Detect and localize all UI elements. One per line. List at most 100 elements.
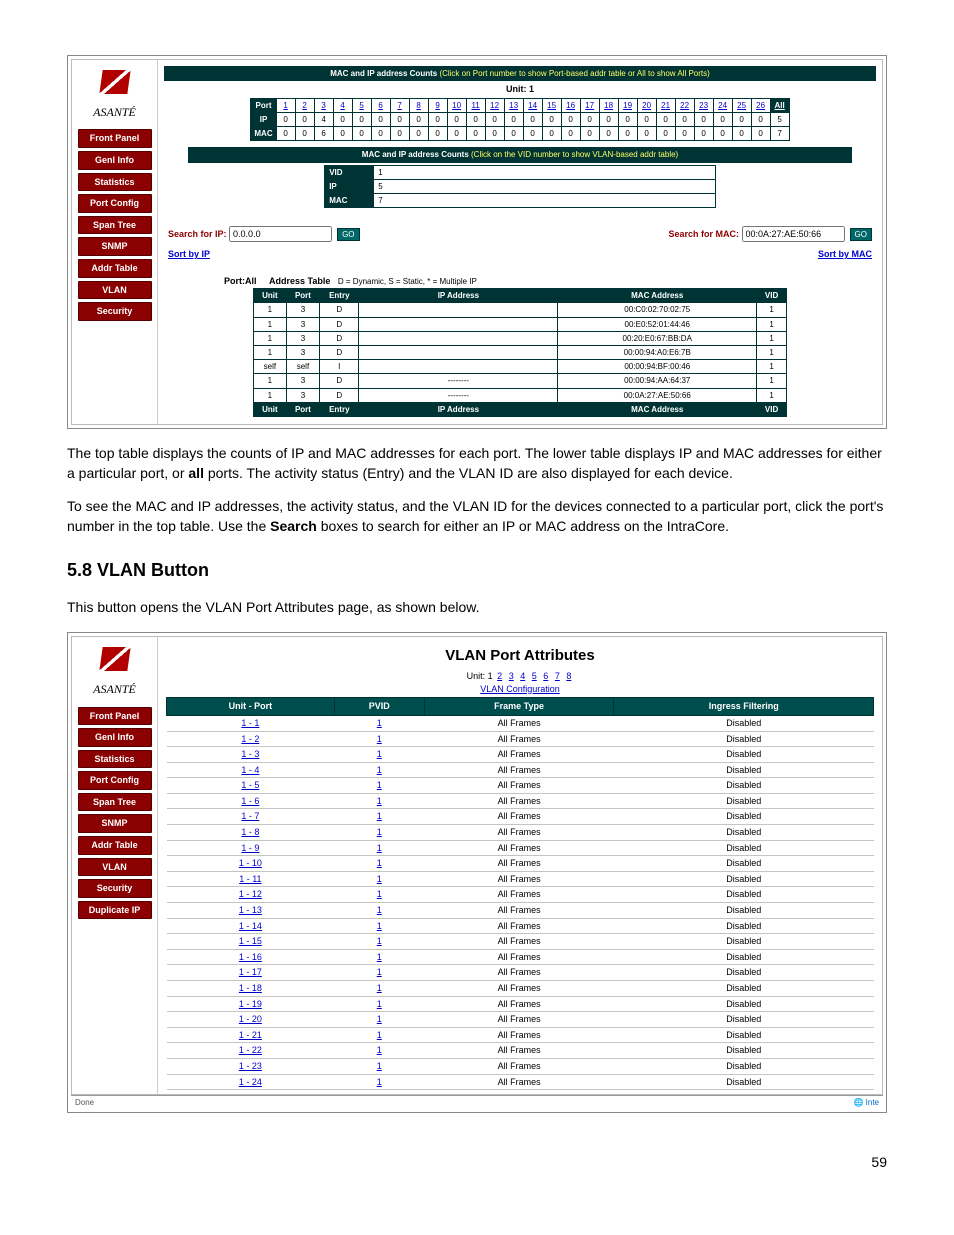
nav-genl-info[interactable]: Genl Info (78, 151, 152, 170)
pvid-link[interactable]: 1 (377, 858, 382, 868)
port-link[interactable]: 7 (390, 98, 409, 112)
unit-port-link[interactable]: 1 - 14 (239, 921, 262, 931)
port-link[interactable]: 3 (314, 98, 333, 112)
unit-port-link[interactable]: 1 - 15 (239, 936, 262, 946)
unit-port-link[interactable]: 1 - 23 (239, 1061, 262, 1071)
pvid-link[interactable]: 1 (377, 952, 382, 962)
unit-port-link[interactable]: 1 - 7 (241, 811, 259, 821)
search-ip-go-button[interactable]: GO (337, 228, 359, 241)
port-link[interactable]: 13 (504, 98, 523, 112)
port-link[interactable]: 24 (713, 98, 732, 112)
port-link[interactable]: 15 (542, 98, 561, 112)
unit-link[interactable]: 5 (532, 671, 537, 681)
nav-span-tree[interactable]: Span Tree (78, 216, 152, 235)
pvid-link[interactable]: 1 (377, 765, 382, 775)
pvid-link[interactable]: 1 (377, 967, 382, 977)
unit-port-link[interactable]: 1 - 9 (241, 843, 259, 853)
unit-link[interactable]: 3 (509, 671, 514, 681)
pvid-link[interactable]: 1 (377, 718, 382, 728)
unit-port-link[interactable]: 1 - 24 (239, 1077, 262, 1087)
port-link[interactable]: 16 (561, 98, 580, 112)
nav2-port-config[interactable]: Port Config (78, 771, 152, 790)
pvid-link[interactable]: 1 (377, 983, 382, 993)
pvid-link[interactable]: 1 (377, 749, 382, 759)
port-link[interactable]: 14 (523, 98, 542, 112)
nav2-duplicate-ip[interactable]: Duplicate IP (78, 901, 152, 920)
unit-link[interactable]: 7 (555, 671, 560, 681)
unit-link[interactable]: 4 (520, 671, 525, 681)
port-link[interactable]: 19 (618, 98, 637, 112)
pvid-link[interactable]: 1 (377, 1077, 382, 1087)
unit-port-link[interactable]: 1 - 22 (239, 1045, 262, 1055)
search-ip-input[interactable] (229, 226, 332, 242)
unit-port-link[interactable]: 1 - 6 (241, 796, 259, 806)
unit-port-link[interactable]: 1 - 16 (239, 952, 262, 962)
port-link[interactable]: 22 (675, 98, 694, 112)
nav2-snmp[interactable]: SNMP (78, 814, 152, 833)
unit-port-link[interactable]: 1 - 21 (239, 1030, 262, 1040)
unit-port-link[interactable]: 1 - 2 (241, 734, 259, 744)
port-link[interactable]: 12 (485, 98, 504, 112)
nav2-addr-table[interactable]: Addr Table (78, 836, 152, 855)
port-link[interactable]: 11 (466, 98, 485, 112)
unit-port-link[interactable]: 1 - 8 (241, 827, 259, 837)
pvid-link[interactable]: 1 (377, 827, 382, 837)
unit-port-link[interactable]: 1 - 1 (241, 718, 259, 728)
unit-port-link[interactable]: 1 - 17 (239, 967, 262, 977)
nav-security[interactable]: Security (78, 302, 152, 321)
unit-port-link[interactable]: 1 - 5 (241, 780, 259, 790)
search-mac-input[interactable] (742, 226, 845, 242)
port-link[interactable]: 5 (352, 98, 371, 112)
nav2-vlan[interactable]: VLAN (78, 858, 152, 877)
port-link[interactable]: 2 (295, 98, 314, 112)
port-link[interactable]: 18 (599, 98, 618, 112)
pvid-link[interactable]: 1 (377, 796, 382, 806)
nav2-span-tree[interactable]: Span Tree (78, 793, 152, 812)
unit-port-link[interactable]: 1 - 10 (239, 858, 262, 868)
port-link[interactable]: 23 (694, 98, 713, 112)
port-link[interactable]: 8 (409, 98, 428, 112)
nav-vlan[interactable]: VLAN (78, 281, 152, 300)
port-link[interactable]: 1 (276, 98, 295, 112)
pvid-link[interactable]: 1 (377, 936, 382, 946)
unit-link[interactable]: 2 (497, 671, 502, 681)
pvid-link[interactable]: 1 (377, 874, 382, 884)
pvid-link[interactable]: 1 (377, 1045, 382, 1055)
unit-link[interactable]: 8 (566, 671, 571, 681)
unit-port-link[interactable]: 1 - 13 (239, 905, 262, 915)
nav2-front-panel[interactable]: Front Panel (78, 707, 152, 726)
pvid-link[interactable]: 1 (377, 780, 382, 790)
pvid-link[interactable]: 1 (377, 905, 382, 915)
pvid-link[interactable]: 1 (377, 889, 382, 899)
pvid-link[interactable]: 1 (377, 734, 382, 744)
pvid-link[interactable]: 1 (377, 1030, 382, 1040)
unit-port-link[interactable]: 1 - 20 (239, 1014, 262, 1024)
nav-addr-table[interactable]: Addr Table (78, 259, 152, 278)
vid-value[interactable]: 1 (374, 165, 716, 179)
nav2-genl-info[interactable]: Genl Info (78, 728, 152, 747)
port-link[interactable]: 17 (580, 98, 599, 112)
nav2-security[interactable]: Security (78, 879, 152, 898)
port-all-link[interactable]: All (770, 98, 789, 112)
pvid-link[interactable]: 1 (377, 1014, 382, 1024)
vlan-configuration-link[interactable]: VLAN Configuration (480, 684, 560, 694)
sort-by-mac-link[interactable]: Sort by MAC (818, 248, 872, 261)
nav-port-config[interactable]: Port Config (78, 194, 152, 213)
unit-port-link[interactable]: 1 - 11 (239, 874, 261, 884)
nav2-statistics[interactable]: Statistics (78, 750, 152, 769)
port-link[interactable]: 25 (732, 98, 751, 112)
port-link[interactable]: 10 (447, 98, 466, 112)
sort-by-ip-link[interactable]: Sort by IP (168, 248, 210, 261)
nav-snmp[interactable]: SNMP (78, 237, 152, 256)
port-link[interactable]: 21 (656, 98, 675, 112)
port-link[interactable]: 6 (371, 98, 390, 112)
search-mac-go-button[interactable]: GO (850, 228, 872, 241)
unit-port-link[interactable]: 1 - 18 (239, 983, 262, 993)
unit-port-link[interactable]: 1 - 19 (239, 999, 262, 1009)
unit-port-link[interactable]: 1 - 4 (241, 765, 259, 775)
port-link[interactable]: 9 (428, 98, 447, 112)
port-link[interactable]: 20 (637, 98, 656, 112)
unit-port-link[interactable]: 1 - 12 (239, 889, 262, 899)
nav-front-panel[interactable]: Front Panel (78, 129, 152, 148)
unit-link[interactable]: 6 (543, 671, 548, 681)
